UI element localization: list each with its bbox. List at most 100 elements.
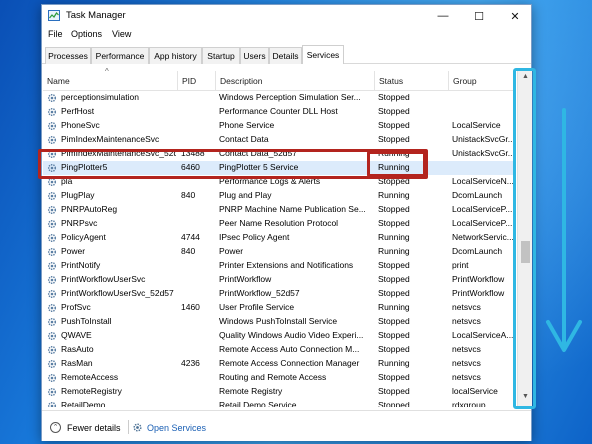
highlight-box-status: [367, 151, 426, 177]
service-gear-icon: [47, 303, 57, 313]
table-row[interactable]: RasAuto Remote Access Auto Connection M..…: [43, 343, 515, 357]
cell-group: DcomLaunch: [452, 190, 503, 200]
chevron-up-icon[interactable]: ⌃: [50, 422, 61, 433]
cell-group: LocalServiceP...: [452, 204, 513, 214]
tab-users[interactable]: Users: [240, 47, 269, 64]
cell-group: UnistackSvcGr...: [452, 134, 514, 144]
table-row[interactable]: RemoteAccess Routing and Remote Access Sto…: [43, 371, 515, 385]
cell-description: Phone Service: [219, 120, 275, 130]
table-row[interactable]: PrintWorkflowUserSvc_52d57 PrintWorkflow_…: [43, 287, 515, 301]
service-gear-icon: [47, 387, 57, 397]
cell-status: Stopped: [378, 400, 410, 407]
open-services-link[interactable]: Open Services: [147, 423, 206, 433]
column-header-group[interactable]: Group: [448, 71, 515, 91]
table-row[interactable]: ProfSvc 1460 User Profile Service Running ne…: [43, 301, 515, 315]
footer-divider: [128, 420, 129, 434]
task-manager-icon: [48, 10, 60, 21]
table-row[interactable]: PimIndexMaintenanceSvc Contact Data Stoppe…: [43, 133, 515, 147]
cell-description: Power: [219, 246, 244, 256]
cell-name: RasMan: [61, 358, 93, 368]
services-table: Name PID Description Status Group percep…: [43, 71, 515, 407]
footer-bar: ⌃ Fewer details Open Services: [42, 410, 531, 441]
cell-name: PolicyAgent: [61, 232, 106, 242]
scroll-down-arrow-icon: [546, 108, 582, 352]
cell-name: RemoteAccess: [61, 372, 119, 382]
cell-description: Routing and Remote Access: [219, 372, 327, 382]
table-row[interactable]: QWAVE Quality Windows Audio Video Experi.…: [43, 329, 515, 343]
cell-group: netsvcs: [452, 302, 481, 312]
table-row[interactable]: PNRPAutoReg PNRP Machine Name Publication…: [43, 203, 515, 217]
column-header-description[interactable]: Description: [215, 71, 374, 91]
tab-processes[interactable]: Processes: [45, 47, 91, 64]
cell-description: Plug and Play: [219, 190, 272, 200]
cell-status: Stopped: [378, 92, 410, 102]
title-bar[interactable]: Task Manager — ☐ ✕: [42, 5, 531, 27]
cell-status: Stopped: [378, 330, 410, 340]
table-row[interactable]: RetailDemo Retail Demo Service Stopped rdxg…: [43, 399, 515, 407]
service-gear-icon: [47, 359, 57, 369]
cell-group: PrintWorkflow: [452, 274, 505, 284]
tab-performance[interactable]: Performance: [91, 47, 149, 64]
cell-description: PNRP Machine Name Publication Se...: [219, 204, 366, 214]
tab-startup[interactable]: Startup: [202, 47, 240, 64]
highlight-box-scrollbar: [513, 68, 536, 409]
cell-status: Stopped: [378, 316, 410, 326]
cell-status: Running: [378, 246, 410, 256]
column-header-status[interactable]: Status: [374, 71, 448, 91]
menu-view[interactable]: View: [112, 29, 131, 39]
cell-status: Stopped: [378, 344, 410, 354]
fewer-details-link[interactable]: Fewer details: [67, 423, 121, 433]
service-gear-icon: [47, 107, 57, 117]
cell-group: UnistackSvcGr...: [452, 148, 514, 158]
maximize-button[interactable]: ☐: [461, 5, 497, 27]
cell-description: Windows PushToInstall Service: [219, 316, 338, 326]
menu-options[interactable]: Options: [71, 29, 102, 39]
table-row[interactable]: RasMan 4236 Remote Access Connection Manag…: [43, 357, 515, 371]
column-header-name[interactable]: Name: [43, 71, 177, 91]
cell-group: DcomLaunch: [452, 246, 503, 256]
tab-services[interactable]: Services: [302, 45, 344, 64]
column-header-pid[interactable]: PID: [177, 71, 215, 91]
table-row[interactable]: PrintNotify Printer Extensions and Notifi…: [43, 259, 515, 273]
cell-name: PNRPsvc: [61, 218, 98, 228]
service-gear-icon: [47, 317, 57, 327]
cell-description: Performance Counter DLL Host: [219, 106, 338, 116]
menu-file[interactable]: File: [48, 29, 63, 39]
cell-status: Stopped: [378, 134, 410, 144]
tab-details[interactable]: Details: [269, 47, 302, 64]
table-row[interactable]: PerfHost Performance Counter DLL Host Stop…: [43, 105, 515, 119]
table-row[interactable]: RemoteRegistry Remote Registry Stopped loca…: [43, 385, 515, 399]
table-row[interactable]: perceptionsimulation Windows Perception S…: [43, 91, 515, 105]
cell-name: PimIndexMaintenanceSvc: [61, 134, 160, 144]
table-row[interactable]: Power 840 Power Running DcomLaunch: [43, 245, 515, 259]
cell-description: Remote Access Auto Connection M...: [219, 344, 360, 354]
cell-group: LocalServiceN...: [452, 176, 514, 186]
service-gear-icon: [47, 247, 57, 257]
cell-name: PrintNotify: [61, 260, 101, 270]
service-gear-icon: [47, 93, 57, 103]
cell-name: Power: [61, 246, 86, 256]
close-button[interactable]: ✕: [497, 5, 533, 27]
table-row[interactable]: PrintWorkflowUserSvc PrintWorkflow Stopped…: [43, 273, 515, 287]
table-row[interactable]: PhoneSvc Phone Service Stopped LocalService: [43, 119, 515, 133]
service-gear-icon: [47, 331, 57, 341]
minimize-button[interactable]: —: [425, 5, 461, 27]
table-row[interactable]: PlugPlay 840 Plug and Play Running DcomLaunc…: [43, 189, 515, 203]
service-gear-icon: [47, 275, 57, 285]
services-gear-icon: [133, 423, 142, 432]
table-row[interactable]: PNRPsvc Peer Name Resolution Protocol Stop…: [43, 217, 515, 231]
service-gear-icon: [47, 289, 57, 299]
tab-app-history[interactable]: App history: [149, 47, 202, 64]
task-manager-window: Task Manager — ☐ ✕ File Options View Pro…: [41, 4, 532, 441]
cell-pid: 1460: [181, 302, 200, 312]
cell-group: NetworkServic...: [452, 232, 514, 242]
table-row[interactable]: PolicyAgent 4744 IPsec Policy Agent Running…: [43, 231, 515, 245]
cell-description: Peer Name Resolution Protocol: [219, 218, 339, 228]
cell-status: Stopped: [378, 218, 410, 228]
cell-description: User Profile Service: [219, 302, 295, 312]
service-gear-icon: [47, 233, 57, 243]
cell-name: ProfSvc: [61, 302, 91, 312]
table-row[interactable]: PushToInstall Windows PushToInstall Servi…: [43, 315, 515, 329]
service-gear-icon: [47, 401, 57, 407]
table-header: Name PID Description Status Group: [43, 71, 515, 91]
